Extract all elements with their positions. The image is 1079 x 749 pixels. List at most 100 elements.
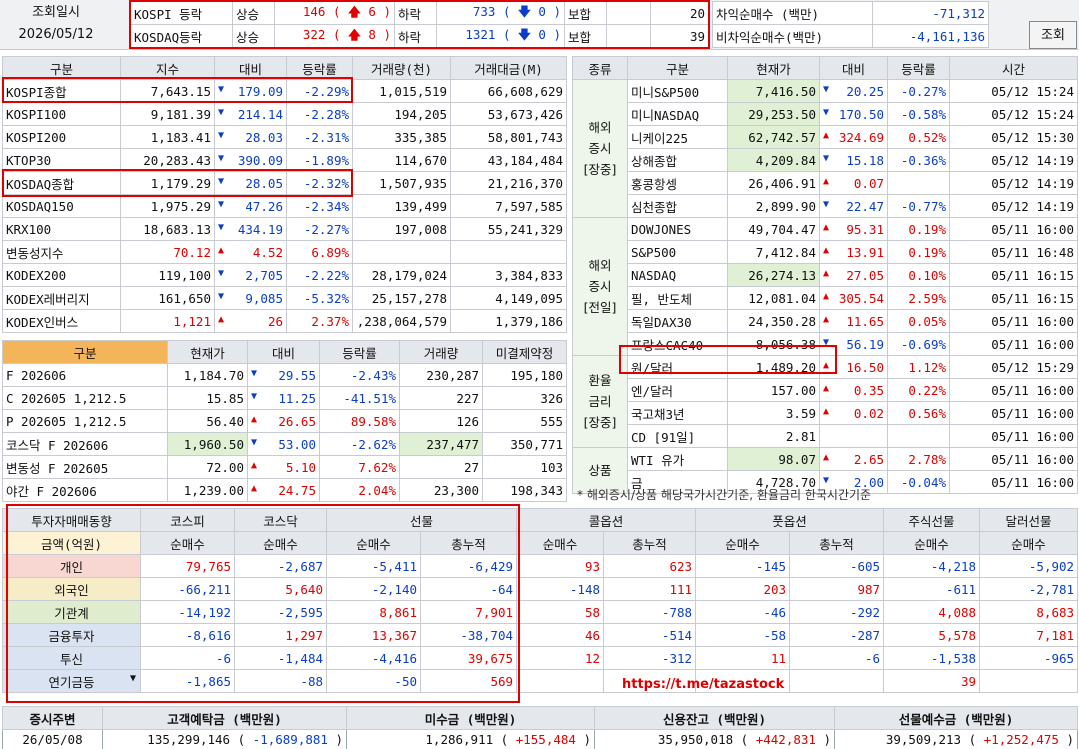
unpaid-change: +155,484 xyxy=(515,732,576,747)
world-row[interactable]: S&P5007,412.84 13.910.19%05/11 16:48 xyxy=(573,240,1078,264)
date-value[interactable]: 2026/05/12 xyxy=(0,25,112,45)
world-row[interactable]: 니케이22562,742.57 324.690.52%05/12 15:30 xyxy=(573,125,1078,149)
investor-name: ▼ 연기금등 xyxy=(2,669,141,693)
investor-row[interactable]: 금융투자 -8,616 1,297 13,367 -38,704 46 -514 -58 -28… xyxy=(2,623,1079,647)
investor-sub-header: 총누적 xyxy=(789,531,885,555)
world-change: 305.54 xyxy=(819,286,888,310)
world-row[interactable]: 엔/달러157.00 0.350.22%05/11 16:00 xyxy=(573,378,1078,402)
investor-name: 외국인 xyxy=(2,577,141,601)
index-row[interactable]: KOSPI종합7,643.15 179.09-2.29%1,015,51966,6… xyxy=(2,79,567,103)
world-row[interactable]: 환율 금리 [장중]원/달러1,489.20 16.501.12%05/12 15… xyxy=(572,355,1078,448)
investor-value: -5,902 xyxy=(979,554,1079,578)
investor-value: 13,367 xyxy=(326,623,421,647)
watermark-link[interactable]: https://t.me/tazastock xyxy=(622,677,784,692)
futures-value: 56.40 xyxy=(167,409,248,433)
down-arrow-icon xyxy=(218,107,224,118)
world-row[interactable]: 심천종합2,899.90 22.47-0.77%05/12 14:19 xyxy=(573,194,1078,218)
world-row[interactable]: 해외 증시 [전일]DOWJONES49,704.4795.310.19%05/… xyxy=(572,217,1078,356)
advance-decline-table: KOSPI 등락 상승 146 ( 🡅 6 ) 하락 733 ( 🡇 0 ) 보… xyxy=(130,1,709,48)
world-value: 24,350.28 xyxy=(727,309,820,333)
investor-row[interactable]: ▼ 연기금등 -1,865 -88 -50 569 39 xyxy=(2,669,1079,693)
index-row[interactable]: KTOP3020,283.43 390.09-1.89%114,67043,184… xyxy=(2,148,567,172)
change-value: 26.65 xyxy=(278,413,316,429)
index-row[interactable]: KOSDAQ1501,975.29 47.26-2.34%139,4997,597… xyxy=(2,194,567,218)
change-value: 305.54 xyxy=(838,290,884,306)
deposit-change: -1,689,881 xyxy=(252,732,328,747)
index-row[interactable]: KODEX200119,100 2,705-2.22%28,179,0243,38… xyxy=(2,263,567,287)
query-button[interactable]: 조회 xyxy=(1029,21,1077,49)
futures-row[interactable]: F 2026061,184.70 29.55-2.43%230,287195,18… xyxy=(2,363,567,387)
down-arrow-icon xyxy=(823,337,829,348)
world-rate xyxy=(887,424,950,448)
investor-row[interactable]: 외국인 -66,211 5,640 -2,140 -64 -148 111 203 987 -61… xyxy=(2,577,1079,601)
futures-row[interactable]: 코스닥 F 2026061,960.50 53.00-2.62%237,47735… xyxy=(2,432,567,456)
world-value: 7,416.50 xyxy=(727,79,820,103)
world-name: WTI 유가 xyxy=(627,447,728,471)
world-row[interactable]: 미니NASDAQ29,253.50 170.50-0.58%05/12 15:24 xyxy=(573,102,1078,126)
world-group-label: 해외 증시 [장중] xyxy=(572,79,628,218)
futures-row[interactable]: C 202605 1,212.515.85 11.25-41.51%227326 xyxy=(2,386,567,410)
world-row[interactable]: 상품WTI 유가98.072.652.78%05/11 16:00 xyxy=(572,447,1078,494)
investor-value: -6,429 xyxy=(419,554,518,578)
world-name: 독일DAX30 xyxy=(627,309,728,333)
index-row[interactable]: KOSDAQ종합1,179.29 28.05-2.32%1,507,93521,2… xyxy=(2,171,567,195)
investor-value: -2,595 xyxy=(234,600,327,624)
unpaid-value: 1,286,911 xyxy=(425,732,494,747)
change-value: 20.25 xyxy=(846,83,884,99)
world-value: 2.81 xyxy=(727,424,820,448)
futures-volume: 237,477 xyxy=(399,432,483,456)
investor-value: -14,192 xyxy=(140,600,235,624)
investor-value: 39 xyxy=(883,669,981,693)
futures-rate: -2.62% xyxy=(319,432,400,456)
up-arrow-icon xyxy=(218,245,224,256)
index-volume: 114,670 xyxy=(352,148,451,172)
investor-value: -2,140 xyxy=(326,577,421,601)
investor-row[interactable]: 투신 -6 -1,484 -4,416 39,675 12 -312 11 -6 -1,538 -9… xyxy=(2,646,1079,670)
date-label: 조회일시 xyxy=(32,5,80,20)
index-row[interactable]: KOSPI2001,183.41 28.03-2.31%335,38558,801… xyxy=(2,125,567,149)
change-value: 28.03 xyxy=(245,129,283,145)
down-arrow-icon xyxy=(218,222,224,233)
futures-row[interactable]: 야간 F 2026061,239.00 24.752.04%23,300198,3… xyxy=(2,478,567,502)
fut-dep-change: +1,252,475 xyxy=(983,732,1059,747)
world-row[interactable]: 필, 반도체12,081.04 305.542.59%05/11 16:15 xyxy=(573,286,1078,310)
futures-row[interactable]: P 202605 1,212.556.40 26.6589.58%126555 xyxy=(2,409,567,433)
index-row[interactable]: KOSPI1009,181.39 214.14-2.28%194,20553,67… xyxy=(2,102,567,126)
investor-value: -287 xyxy=(789,623,885,647)
kospi-up: 146 ( 🡅 6 ) xyxy=(274,1,395,25)
world-row[interactable]: NASDAQ26,274.13 27.050.10%05/11 16:15 xyxy=(573,263,1078,287)
world-row[interactable]: 해외 증시 [장중]미니S&P5007,416.5020.25-0.27%05/… xyxy=(572,79,1078,218)
world-row[interactable]: 국고채3년3.59 0.020.56%05/11 16:00 xyxy=(573,401,1078,425)
world-time: 05/11 16:00 xyxy=(949,217,1078,241)
investor-value: -148 xyxy=(516,577,605,601)
world-header: 시간 xyxy=(949,56,1078,80)
world-row[interactable]: 홍콩항셍26,406.91 0.07 05/12 14:19 xyxy=(573,171,1078,195)
world-rate: -0.04% xyxy=(887,470,950,494)
index-amount: 21,216,370 xyxy=(450,171,567,195)
index-row[interactable]: KRX10018,683.13 434.19-2.27%197,00855,241… xyxy=(2,217,567,241)
investor-value: -38,704 xyxy=(419,623,518,647)
world-time: 05/12 15:24 xyxy=(949,102,1078,126)
index-row[interactable]: 변동성지수70.12 4.526.89% xyxy=(2,240,567,264)
index-row[interactable]: KODEX인버스1,121 262.37%,238,064,5791,379,18… xyxy=(2,309,567,333)
dropdown-icon[interactable]: ▼ xyxy=(130,673,136,684)
world-row[interactable]: 프랑스CAC408,056.38 56.19-0.69%05/11 16:00 xyxy=(573,332,1078,356)
index-change: 2,705 xyxy=(214,263,287,287)
world-row[interactable]: 상해종합4,209.84 15.18-0.36%05/12 14:19 xyxy=(573,148,1078,172)
index-name: KOSDAQ150 xyxy=(2,194,121,218)
world-row[interactable]: CD [91일] 2.81 05/11 16:00 xyxy=(573,424,1078,448)
world-rate: 2.59% xyxy=(887,286,950,310)
world-name: 홍콩항셍 xyxy=(627,171,728,195)
funds-date: 26/05/08 xyxy=(2,729,103,749)
index-volume: 335,385 xyxy=(352,125,451,149)
futures-volume: 23,300 xyxy=(399,478,483,502)
customer-deposit: 135,299,146 ( -1,689,881 ) xyxy=(102,729,347,749)
investor-row[interactable]: 개인 79,765 -2,687 -5,411 -6,429 93 623 -145 -605-… xyxy=(2,554,1079,578)
futures-row[interactable]: 변동성 F 20260572.00 5.107.62%27103 xyxy=(2,455,567,479)
unpaid-amount: 1,286,911 ( +155,484 ) xyxy=(346,729,595,749)
investor-row[interactable]: 기관계 -14,192 -2,595 8,861 7,901 58 -788 -46 -292 4… xyxy=(2,600,1079,624)
index-row[interactable]: KODEX레버리지161,650 9,085-5.32%25,157,2784,1… xyxy=(2,286,567,310)
investor-value: 5,640 xyxy=(234,577,327,601)
futures-open-interest: 198,343 xyxy=(482,478,567,502)
world-row[interactable]: 독일DAX3024,350.28 11.650.05%05/11 16:00 xyxy=(573,309,1078,333)
